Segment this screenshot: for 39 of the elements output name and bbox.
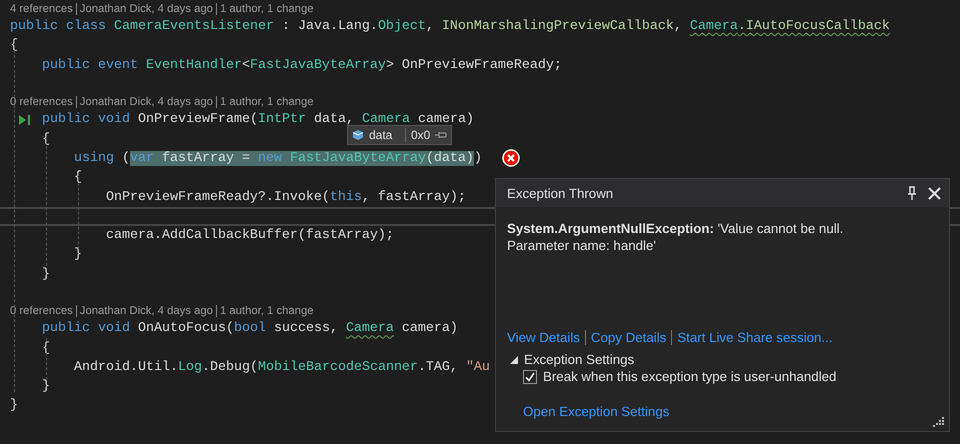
expander-icon[interactable]: [510, 356, 518, 364]
codelens-link[interactable]: 0 references: [10, 96, 73, 108]
code-line: public void OnAutoFocus(bool success, Camera camera): [42, 321, 458, 336]
exception-message: System.ArgumentNullException: 'Value cannot be null. Parameter name: handle': [507, 220, 844, 255]
checkbox[interactable]: [523, 370, 537, 384]
variable-name: data: [369, 128, 406, 142]
code-line: }: [10, 398, 18, 414]
code-line: public class CameraEventsListener : Java.Lang.Object, INonMarshalingPreviewCallback, Camera.IAutoFocusCallback: [10, 19, 890, 34]
checkbox-label: Break when this exception type is user-unhandled: [543, 369, 836, 384]
code-line: public void OnPreviewFrame(IntPtr data, Camera camera): [42, 112, 474, 128]
variable-value: 0x0: [411, 128, 430, 142]
data-tip[interactable]: data 0x0: [347, 125, 452, 145]
popup-title: Exception Thrown: [507, 186, 614, 200]
code-line: using (var fastArray = new FastJavaByteArray(data)): [74, 150, 482, 166]
code-line: Android.Util.Log.Debug(MobileBarcodeScanner.TAG, "Au: [74, 360, 490, 375]
codelens-link[interactable]: 1 author, 1 change: [216, 3, 314, 15]
codelens-link[interactable]: Jonathan Dick, 4 days ago: [76, 3, 213, 15]
codelens-link[interactable]: 1 author, 1 change: [216, 305, 314, 318]
code-line: }: [74, 247, 82, 262]
popup-link[interactable]: View Details: [507, 330, 580, 345]
section-label: Exception Settings: [524, 352, 634, 367]
codelens-link[interactable]: 4 references: [10, 3, 73, 15]
codelens-link[interactable]: Jonathan Dick, 4 days ago: [76, 96, 213, 108]
cube-icon: [352, 129, 364, 141]
error-icon: [502, 149, 520, 167]
code-line: }: [42, 266, 50, 282]
codelens-link[interactable]: Jonathan Dick, 4 days ago: [76, 305, 213, 318]
run-to-click-icon[interactable]: [19, 115, 32, 126]
code-line: camera.AddCallbackBuffer(fastArray);: [106, 228, 394, 244]
settings-link[interactable]: Open Exception Settings: [507, 404, 670, 419]
close-icon[interactable]: [928, 186, 941, 200]
code-line: OnPreviewFrameReady?.Invoke(this, fastArray);: [106, 190, 466, 205]
popup-link[interactable]: Copy Details: [584, 330, 666, 345]
codelens-link[interactable]: 0 references: [10, 305, 73, 318]
resize-grip-icon[interactable]: [933, 416, 944, 427]
popup-link[interactable]: Start Live Share session...: [671, 330, 833, 345]
codelens-link[interactable]: 1 author, 1 change: [216, 96, 314, 108]
code-line: }: [42, 379, 50, 394]
code-line: public event EventHandler<FastJavaByteArray> OnPreviewFrameReady;: [42, 58, 562, 73]
